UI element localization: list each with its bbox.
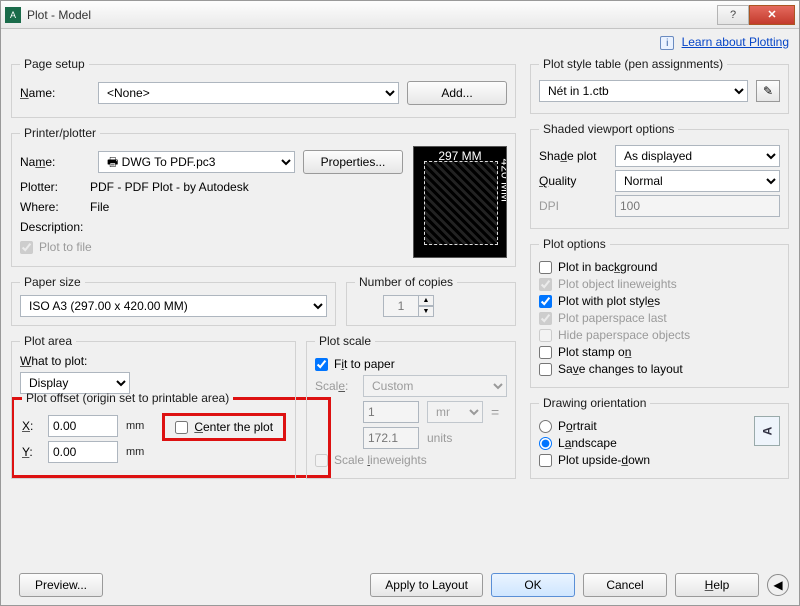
paper-size-group: Paper size ISO A3 (297.00 x 420.00 MM)	[11, 275, 336, 326]
paper-preview: 297 MM 420 MM	[413, 146, 507, 258]
chevron-left-icon: ◀	[773, 578, 782, 592]
collapse-toggle-button[interactable]: ◀	[767, 574, 789, 596]
plot-dialog: A Plot - Model ? ✕ i Learn about Plottin…	[0, 0, 800, 606]
shade-plot-label: Shade plot	[539, 149, 607, 163]
hide-paperspace-checkbox: Hide paperspace objects	[539, 328, 780, 342]
copies-down: ▼	[418, 306, 434, 317]
learn-about-plotting-link[interactable]: Learn about Plotting	[682, 35, 789, 49]
close-button[interactable]: ✕	[749, 5, 795, 25]
app-icon: A	[5, 7, 21, 23]
plot-stamp-checkbox[interactable]: Plot stamp on	[539, 345, 780, 359]
save-changes-checkbox[interactable]: Save changes to layout	[539, 362, 780, 376]
drawing-orientation-group: Drawing orientation Portrait Landscape P…	[530, 396, 789, 479]
printer-name-label: Name:	[20, 155, 90, 169]
copies-up: ▲	[418, 295, 434, 306]
printer-name-select[interactable]: 🖶 DWG To PDF.pc3	[98, 151, 295, 173]
shaded-viewport-legend: Shaded viewport options	[539, 122, 678, 136]
paper-size-legend: Paper size	[20, 275, 85, 289]
plotter-label: Plotter:	[20, 180, 90, 194]
page-setup-name-select[interactable]: <None>	[98, 82, 399, 104]
scale-numerator-input	[363, 401, 419, 423]
copies-group: Number of copies ▲▼	[346, 275, 516, 326]
x-label: X:	[22, 419, 40, 433]
printer-plotter-group: Printer/plotter Name: 🖶 DWG To PDF.pc3 P…	[11, 126, 516, 267]
where-label: Where:	[20, 200, 90, 214]
equals-icon: =	[491, 404, 499, 420]
scale-lineweights-checkbox: Scale lineweights	[315, 453, 507, 467]
printer-plotter-legend: Printer/plotter	[20, 126, 100, 140]
plot-area-legend: Plot area	[20, 334, 76, 348]
fit-to-paper-checkbox[interactable]: Fit to paper	[315, 357, 507, 371]
scale-label: Scale:	[315, 379, 355, 393]
titlebar: A Plot - Model ? ✕	[1, 1, 799, 29]
copies-legend: Number of copies	[355, 275, 457, 289]
shade-plot-select[interactable]: As displayed	[615, 145, 780, 167]
quality-select[interactable]: Normal	[615, 170, 780, 192]
what-to-plot-label: What to plot:	[20, 354, 287, 368]
copies-input	[383, 295, 419, 317]
plot-offset-legend: Plot offset (origin set to printable are…	[22, 391, 233, 405]
window-title: Plot - Model	[27, 8, 717, 22]
properties-button[interactable]: Properties...	[303, 150, 403, 174]
plot-to-file-checkbox: Plot to file	[20, 240, 403, 254]
description-label: Description:	[20, 220, 90, 234]
plot-background-checkbox[interactable]: Plot in background	[539, 260, 780, 274]
dpi-input	[615, 195, 780, 217]
shaded-viewport-group: Shaded viewport options Shade plot As di…	[530, 122, 789, 229]
plot-scale-legend: Plot scale	[315, 334, 375, 348]
plot-style-table-legend: Plot style table (pen assignments)	[539, 57, 727, 71]
drawing-orientation-legend: Drawing orientation	[539, 396, 650, 410]
preview-button[interactable]: Preview...	[19, 573, 103, 597]
scale-select: Custom	[363, 375, 507, 397]
page-setup-group: Page setup Name: <None> Add...	[11, 57, 516, 118]
pencil-icon: ✎	[763, 84, 773, 98]
quality-label: Quality	[539, 174, 607, 188]
x-unit-label: mm	[126, 420, 144, 432]
dpi-label: DPI	[539, 199, 607, 213]
center-plot-checkbox[interactable]: Center the plot	[162, 413, 286, 441]
where-value: File	[90, 200, 403, 214]
plot-with-styles-checkbox[interactable]: Plot with plot styles	[539, 294, 780, 308]
y-label: Y:	[22, 445, 40, 459]
plot-scale-group: Plot scale Fit to paper Scale: Custom	[306, 334, 516, 479]
plot-style-table-select[interactable]: Nét in 1.ctb	[539, 80, 748, 102]
page-setup-name-label: Name:	[20, 86, 90, 100]
landscape-radio[interactable]: Landscape	[539, 436, 744, 450]
edit-plot-style-button[interactable]: ✎	[756, 80, 780, 102]
plot-upside-down-checkbox[interactable]: Plot upside-down	[539, 453, 744, 467]
page-setup-legend: Page setup	[20, 57, 89, 71]
portrait-radio[interactable]: Portrait	[539, 419, 744, 433]
x-offset-input[interactable]	[48, 415, 118, 437]
y-offset-input[interactable]	[48, 441, 118, 463]
y-unit-label: mm	[126, 446, 144, 458]
scale-units-input	[363, 427, 419, 449]
scale-unit-select: mm	[427, 401, 483, 423]
preview-height-label: 420 MM	[498, 159, 507, 202]
plotter-value: PDF - PDF Plot - by Autodesk	[90, 180, 403, 194]
ok-button[interactable]: OK	[491, 573, 575, 597]
help-button[interactable]: Help	[675, 573, 759, 597]
info-icon: i	[660, 36, 674, 50]
help-titlebar-button[interactable]: ?	[717, 5, 749, 25]
plot-options-group: Plot options Plot in background Plot obj…	[530, 237, 789, 388]
plot-options-legend: Plot options	[539, 237, 610, 251]
paper-size-select[interactable]: ISO A3 (297.00 x 420.00 MM)	[20, 295, 327, 317]
orientation-preview-icon: A	[754, 416, 780, 446]
plot-paperspace-last-checkbox: Plot paperspace last	[539, 311, 780, 325]
add-button[interactable]: Add...	[407, 81, 507, 105]
apply-to-layout-button[interactable]: Apply to Layout	[370, 573, 483, 597]
plot-lineweights-checkbox: Plot object lineweights	[539, 277, 780, 291]
units-label: units	[427, 431, 452, 445]
plot-style-table-group: Plot style table (pen assignments) Nét i…	[530, 57, 789, 114]
cancel-button[interactable]: Cancel	[583, 573, 667, 597]
